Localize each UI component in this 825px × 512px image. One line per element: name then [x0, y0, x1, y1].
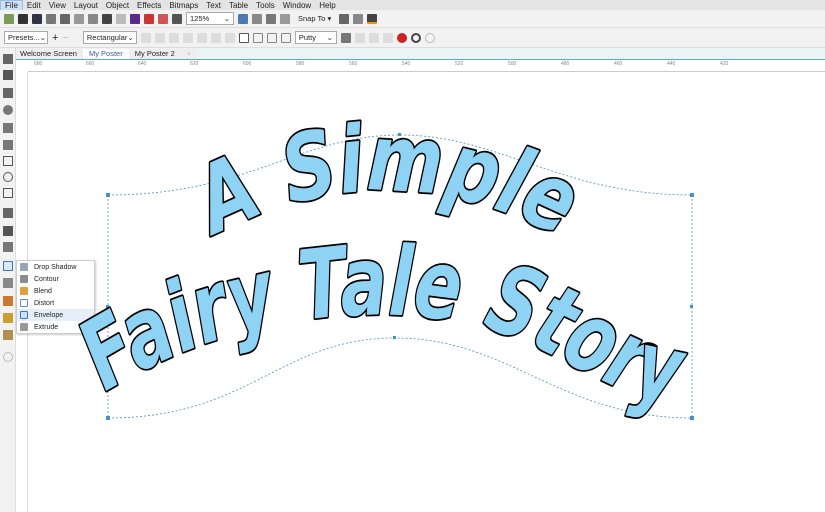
connector-tool-icon[interactable] [3, 242, 13, 252]
save-icon[interactable] [32, 13, 42, 24]
menu-layout[interactable]: Layout [70, 1, 102, 10]
chevron-down-icon: ⌄ [223, 14, 230, 23]
shape-select[interactable]: Rectangular ⌄ [82, 31, 137, 44]
options-icon[interactable] [353, 13, 364, 24]
export-icon[interactable] [158, 13, 168, 24]
menu-effects[interactable]: Effects [133, 1, 165, 10]
create-envelope-from-icon[interactable] [368, 32, 379, 43]
menu-bar: File Edit View Layout Object Effects Bit… [0, 0, 825, 11]
blend-icon [20, 287, 28, 295]
interactive-effects-icon[interactable] [3, 261, 13, 271]
search-content-icon[interactable] [130, 13, 140, 24]
transparency-tool-icon[interactable] [3, 278, 13, 288]
add-new-envelope-icon[interactable] [354, 32, 365, 43]
extrude-icon [20, 323, 28, 331]
cusp-icon[interactable] [196, 32, 207, 43]
color-eyedropper-icon[interactable] [3, 296, 13, 306]
presets-select[interactable]: Presets... ⌄ [4, 31, 48, 44]
ellipse-tool-icon[interactable] [3, 172, 13, 182]
open-icon[interactable] [18, 13, 28, 24]
freehand-tool-icon[interactable] [3, 123, 13, 133]
add-tab-icon[interactable]: + [180, 49, 198, 59]
contour-icon [20, 275, 28, 283]
smart-fill-icon[interactable] [3, 330, 13, 340]
welcome-icon[interactable] [339, 13, 350, 24]
delete-node-icon[interactable] [154, 32, 165, 43]
drop-shadow-icon [20, 263, 28, 271]
new-icon[interactable] [4, 13, 14, 24]
straight-line-mode-icon[interactable] [238, 32, 249, 43]
add-icon[interactable] [424, 32, 435, 43]
import-icon[interactable] [144, 13, 154, 24]
symmetric-icon[interactable] [224, 32, 235, 43]
menu-help[interactable]: Help [315, 1, 339, 10]
parallel-dimension-icon[interactable] [3, 226, 13, 236]
add-tool-icon[interactable] [3, 352, 13, 362]
bounding-box-icon[interactable] [410, 32, 421, 43]
text-tool-icon[interactable] [3, 208, 13, 218]
print-icon[interactable] [46, 13, 56, 24]
add-node-icon[interactable] [140, 32, 151, 43]
crop-tool-icon[interactable] [3, 88, 13, 98]
tab-my-poster-2[interactable]: My Poster 2 [128, 49, 181, 59]
curve-icon[interactable] [182, 32, 193, 43]
cut-icon[interactable] [60, 13, 70, 24]
double-arc-mode-icon[interactable] [266, 32, 277, 43]
chevron-down-icon: ⌄ [39, 33, 46, 42]
interactive-fill-icon[interactable] [3, 313, 13, 323]
document-tabs: Welcome Screen My Poster My Poster 2 + [14, 49, 198, 59]
menu-table[interactable]: Table [225, 1, 252, 10]
mapping-mode-select[interactable]: Putty ⌄ [294, 31, 337, 44]
copy-properties-icon[interactable] [382, 32, 393, 43]
menu-object[interactable]: Object [102, 1, 133, 10]
drawing-canvas[interactable]: A Simple Fairy Tale Story [28, 72, 825, 512]
snap-to-button[interactable]: Snap To ▾ [294, 14, 335, 23]
menu-text[interactable]: Text [202, 1, 225, 10]
envelope-icon [20, 311, 28, 319]
show-guides-icon[interactable] [280, 13, 290, 24]
single-arc-mode-icon[interactable] [252, 32, 263, 43]
full-screen-icon[interactable] [238, 13, 248, 24]
chevron-down-icon: ⌄ [326, 33, 333, 42]
keep-lines-icon[interactable] [340, 32, 351, 43]
copy-icon[interactable] [74, 13, 84, 24]
menu-window[interactable]: Window [279, 1, 315, 10]
menu-view[interactable]: View [45, 1, 70, 10]
redo-icon[interactable] [116, 13, 126, 24]
unconstrained-mode-icon[interactable] [280, 32, 291, 43]
show-rulers-icon[interactable] [252, 13, 262, 24]
smooth-icon[interactable] [210, 32, 221, 43]
show-grid-icon[interactable] [266, 13, 276, 24]
toolbox [0, 48, 16, 512]
pick-tool-icon[interactable] [3, 54, 13, 64]
paste-icon[interactable] [88, 13, 98, 24]
publish-icon[interactable] [172, 13, 182, 24]
distort-icon [20, 299, 28, 307]
polygon-tool-icon[interactable] [3, 188, 13, 198]
undo-icon[interactable] [102, 13, 112, 24]
menu-tools[interactable]: Tools [252, 1, 279, 10]
remove-preset-icon[interactable]: − [62, 32, 68, 44]
clear-envelope-icon[interactable] [396, 32, 407, 43]
standard-toolbar: 125% ⌄ Snap To ▾ [0, 10, 825, 28]
launch-icon[interactable] [367, 13, 378, 24]
chevron-down-icon: ⌄ [127, 33, 134, 42]
add-preset-icon[interactable]: + [52, 32, 58, 44]
shape-tool-icon[interactable] [3, 70, 13, 80]
zoom-select[interactable]: 125% ⌄ [186, 12, 234, 25]
menu-file[interactable]: File [0, 0, 23, 11]
artwork-line-2[interactable]: Fairy Tale Story [59, 223, 697, 429]
tab-my-poster[interactable]: My Poster [82, 49, 129, 59]
zoom-tool-icon[interactable] [3, 105, 13, 115]
rectangle-tool-icon[interactable] [3, 156, 13, 166]
menu-bitmaps[interactable]: Bitmaps [165, 1, 202, 10]
property-bar: Presets... ⌄ + − Rectangular ⌄ Putty ⌄ [0, 28, 825, 48]
artistic-media-icon[interactable] [3, 140, 13, 150]
horizontal-ruler[interactable]: 680 660 640 620 600 580 560 540 520 500 … [28, 60, 825, 72]
tab-welcome-screen[interactable]: Welcome Screen [14, 49, 83, 59]
menu-edit[interactable]: Edit [23, 1, 45, 10]
line-icon[interactable] [168, 32, 179, 43]
